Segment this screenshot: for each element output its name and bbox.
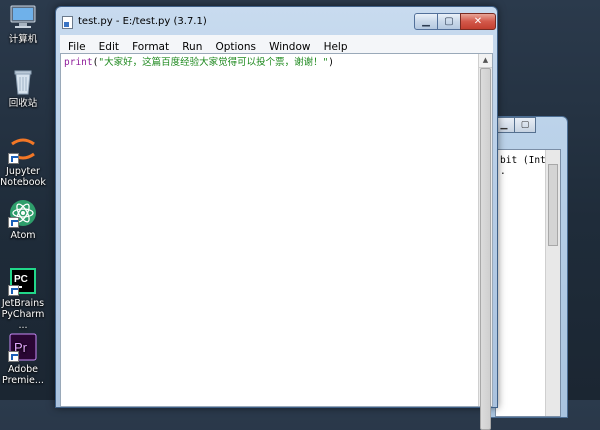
editor-scroll-thumb[interactable] [480, 68, 491, 430]
code-close-paren: ) [328, 57, 335, 68]
shell-text-line2: . [500, 166, 506, 177]
desktop-icon-recycle-bin[interactable]: 回收站 [0, 66, 46, 109]
shell-text-line1: bit (Inte [500, 155, 552, 166]
desktop-icon-label-line2: Premie... [2, 375, 44, 386]
shell-maximize-button[interactable]: ▢ [514, 117, 536, 133]
desktop-icon-label-line2: PyCharm ... [1, 309, 45, 331]
code-keyword: print [64, 57, 93, 68]
code-editor[interactable]: print("大家好，这篇百度经验大家觉得可以投个票，谢谢！") ▲ [60, 53, 493, 430]
maximize-button[interactable]: ▢ [437, 13, 461, 30]
desktop-icon-label: Atom [10, 230, 36, 241]
shortcut-arrow-icon [8, 285, 19, 296]
shell-window[interactable]: ▁ ▢ bit (Inte . [488, 116, 568, 418]
title-bar[interactable]: test.py - E:/test.py (3.7.1) ▁ ▢ ✕ [56, 7, 497, 35]
shortcut-arrow-icon [8, 351, 19, 362]
shortcut-arrow-icon [8, 217, 19, 228]
shell-scrollbar[interactable] [545, 150, 560, 416]
desktop-icon-jupyter[interactable]: Jupyter Notebook [0, 134, 46, 188]
pycharm-glyph: PC [14, 274, 28, 285]
minimize-button[interactable]: ▁ [414, 13, 438, 30]
desktop-icon-label: 计算机 [8, 34, 38, 45]
python-file-icon [62, 16, 73, 29]
shell-scroll-thumb[interactable] [548, 164, 558, 246]
menu-bar: File Edit Format Run Options Window Help [60, 35, 493, 54]
editor-scrollbar[interactable]: ▲ [478, 54, 492, 430]
desktop-icon-label-line1: Jupyter [6, 166, 40, 177]
shortcut-arrow-icon [8, 153, 19, 164]
shell-output[interactable]: bit (Inte . [495, 149, 561, 417]
desktop-icon-label-line1: JetBrains [1, 298, 45, 309]
shell-text: bit (Inte . [500, 155, 551, 177]
window-title: test.py - E:/test.py (3.7.1) [78, 16, 207, 27]
close-button[interactable]: ✕ [460, 13, 496, 30]
premiere-icon: Pr [8, 332, 38, 362]
recycle-bin-icon [8, 66, 38, 96]
jupyter-icon [8, 134, 38, 164]
code-string: "大家好，这篇百度经验大家觉得可以投个票，谢谢！" [98, 57, 329, 68]
atom-icon [8, 198, 38, 228]
desktop-icon-premiere[interactable]: Pr Adobe Premie... [0, 332, 46, 386]
desktop-icon-pycharm[interactable]: PC JetBrains PyCharm ... [0, 266, 46, 331]
pycharm-icon: PC [8, 266, 38, 296]
computer-icon [8, 2, 38, 32]
code-line-1: print("大家好，这篇百度经验大家觉得可以投个票，谢谢！") [64, 57, 334, 69]
scroll-up-arrow-icon[interactable]: ▲ [479, 54, 492, 68]
desktop-icon-computer[interactable]: 计算机 [0, 2, 46, 45]
editor-window[interactable]: test.py - E:/test.py (3.7.1) ▁ ▢ ✕ File … [55, 6, 498, 430]
desktop-icon-atom[interactable]: Atom [0, 198, 46, 241]
desktop-icon-label: 回收站 [8, 98, 38, 109]
desktop-icon-label-line2: Notebook [0, 177, 46, 188]
desktop-icon-label-line1: Adobe [7, 364, 39, 375]
